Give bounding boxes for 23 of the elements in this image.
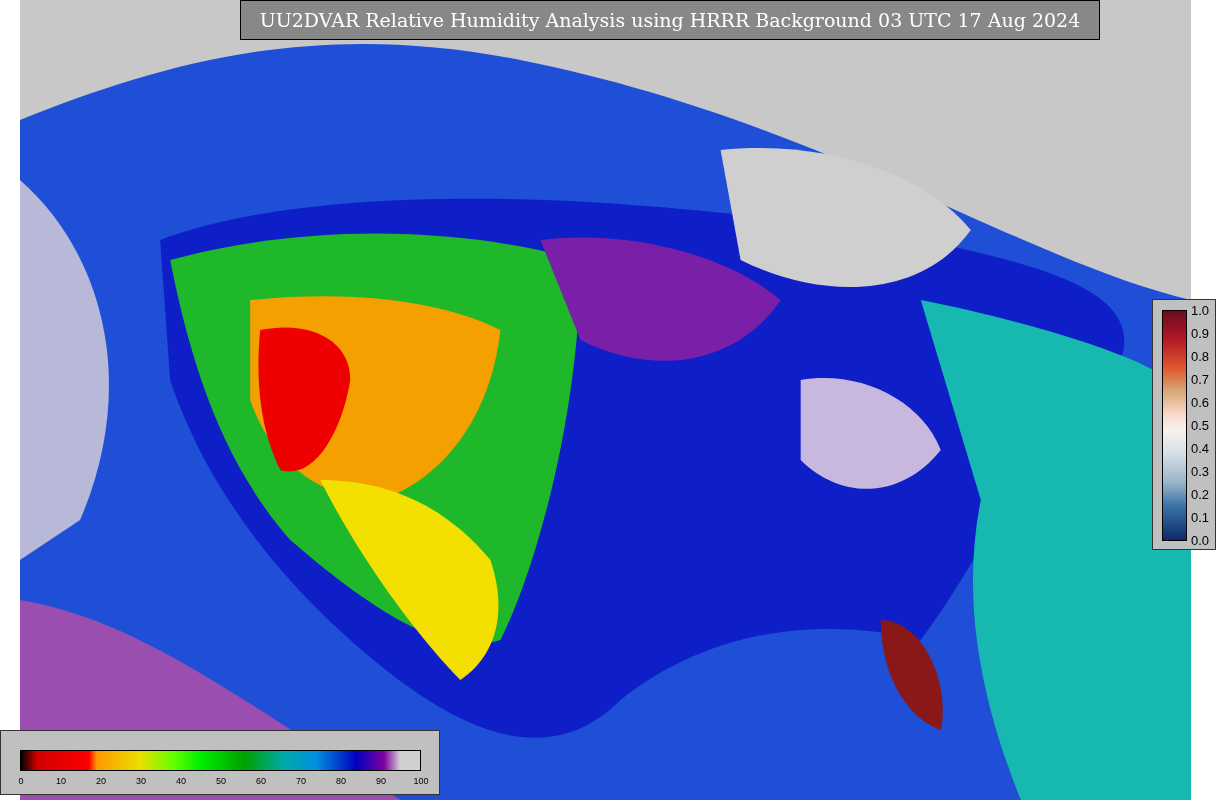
tick-label: 0.1 <box>1191 509 1210 525</box>
tick-label: 30 <box>136 775 146 787</box>
map-title: UU2DVAR Relative Humidity Analysis using HRRR Background 03 UTC 17 Aug 2024 <box>240 0 1100 40</box>
tick-label: 50 <box>216 775 226 787</box>
tick-label: 10 <box>56 775 66 787</box>
tick-label: 90 <box>376 775 386 787</box>
tick-label: 0.9 <box>1191 325 1210 341</box>
tick-label: 0.7 <box>1191 371 1210 387</box>
tick-label: 0.8 <box>1191 348 1210 364</box>
tick-label: 0.6 <box>1191 394 1210 410</box>
tick-label: 0.5 <box>1191 417 1210 433</box>
tick-label: 100 <box>413 775 429 787</box>
tick-label: 1.0 <box>1191 302 1210 318</box>
tick-label: 0.2 <box>1191 486 1210 502</box>
tick-label: 0 <box>18 775 24 787</box>
tick-label: 70 <box>296 775 306 787</box>
tick-label: 40 <box>176 775 186 787</box>
tick-label: 20 <box>96 775 106 787</box>
tick-label: 0.4 <box>1191 440 1210 456</box>
tick-label: 80 <box>336 775 346 787</box>
tick-label: 60 <box>256 775 266 787</box>
tick-label: 0.3 <box>1191 463 1210 479</box>
tick-label: 0.0 <box>1191 532 1210 548</box>
